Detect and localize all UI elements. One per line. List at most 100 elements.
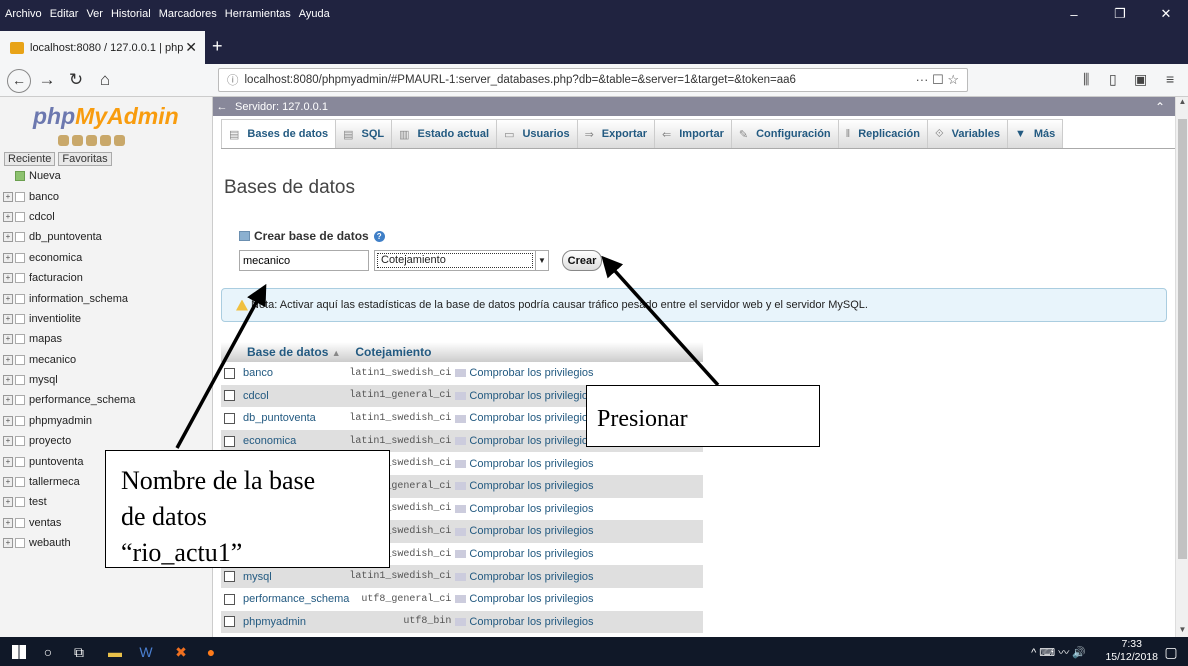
tree-item[interactable]: + banco: [3, 186, 208, 206]
browser-tab[interactable]: localhost:8080 / 127.0.0.1 | php ✕: [0, 31, 205, 64]
site-info-icon[interactable]: ⓘ: [227, 72, 239, 88]
extension-icon[interactable]: ▣: [1134, 71, 1147, 88]
expand-icon: +: [3, 191, 13, 202]
privileges-icon: [455, 595, 467, 604]
privileges-icon: [455, 617, 467, 626]
tab-more[interactable]: ▼ Más: [1006, 119, 1064, 148]
create-button[interactable]: Crear: [562, 250, 602, 271]
help-icon[interactable]: [86, 135, 97, 146]
expand-icon: +: [3, 415, 13, 426]
recent-tab[interactable]: Reciente: [4, 152, 56, 166]
clock[interactable]: 7:33 15/12/2018: [1105, 638, 1158, 664]
privileges-icon: [455, 504, 467, 513]
tree-item[interactable]: + information_schema: [3, 288, 208, 308]
home-icon[interactable]: [58, 135, 69, 146]
close-window-icon[interactable]: ✕: [1144, 0, 1188, 28]
database-name-input[interactable]: [239, 250, 369, 271]
collapse-nav-icon[interactable]: ←: [213, 101, 231, 113]
minimize-icon[interactable]: –: [1052, 0, 1096, 28]
chevron-down-icon: ▼: [535, 251, 548, 270]
library-icon[interactable]: ⫼: [1083, 71, 1089, 88]
close-tab-icon[interactable]: ✕: [185, 39, 197, 56]
column-header-privileges: [455, 342, 704, 362]
phpmyadmin-logo[interactable]: phpMyAdmin: [33, 103, 179, 130]
scrollbar[interactable]: ▲ ▼: [1175, 97, 1188, 637]
status-icon: ▥: [399, 128, 410, 141]
tab-status[interactable]: ▥ Estado actual: [391, 119, 498, 148]
server-link[interactable]: Servidor: 127.0.0.1: [235, 101, 328, 113]
table-row: mysql latin1_swedish_ci Comprobar los priv…: [221, 565, 704, 588]
row-checkbox: [224, 435, 235, 447]
tree-item[interactable]: + phpmyadmin: [3, 411, 208, 431]
docs-icon[interactable]: [100, 135, 111, 146]
url-bar[interactable]: ⓘ localhost:8080/phpmyadmin/#PMAURL-1:se…: [218, 68, 968, 92]
privileges-icon: [455, 414, 467, 423]
tree-item[interactable]: + cdcol: [3, 207, 208, 227]
server-breadcrumb: ← Servidor: 127.0.0.1 ⌃: [213, 97, 1175, 116]
task-view-icon[interactable]: ⧉: [68, 641, 90, 663]
database-icon: [15, 395, 25, 406]
tab-variables[interactable]: ⟐ Variables: [926, 119, 1008, 148]
page-title: Bases de datos: [224, 177, 355, 198]
firefox-icon[interactable]: ●: [200, 641, 222, 663]
exit-icon[interactable]: [72, 135, 83, 146]
windows-start-icon[interactable]: [8, 641, 30, 663]
reload-nav-icon[interactable]: [114, 135, 125, 146]
search-icon[interactable]: ○: [37, 641, 59, 663]
word-icon[interactable]: W: [135, 641, 157, 663]
menu-editar[interactable]: Editar: [50, 8, 79, 20]
help-icon[interactable]: ?: [373, 230, 385, 242]
scroll-thumb: [1178, 119, 1187, 559]
tree-item[interactable]: + mysql: [3, 370, 208, 390]
database-icon: [15, 477, 25, 488]
menu-ver[interactable]: Ver: [86, 8, 103, 20]
home-icon[interactable]: ⌂: [93, 69, 117, 93]
tree-item[interactable]: + economica: [3, 248, 208, 268]
reload-icon[interactable]: ↻: [64, 69, 88, 93]
menu-herramientas[interactable]: Herramientas: [225, 8, 291, 20]
menu-marcadores[interactable]: Marcadores: [159, 8, 217, 20]
database-icon: [15, 232, 25, 243]
collation-select[interactable]: Cotejamiento ▼: [374, 250, 549, 271]
menu-historial[interactable]: Historial: [111, 8, 151, 20]
collapse-top-icon[interactable]: ⌃: [1155, 100, 1165, 114]
tab-settings[interactable]: ✎ Configuración: [730, 119, 839, 148]
system-tray-icons[interactable]: ^ ⌨ 〰 🔊: [1031, 644, 1086, 660]
new-tab-icon[interactable]: +: [212, 36, 223, 57]
tab-import[interactable]: ⇐ Importar: [654, 119, 732, 148]
tab-export[interactable]: ⇒ Exportar: [576, 119, 656, 148]
database-icon: [15, 456, 25, 467]
tree-item[interactable]: + mapas: [3, 329, 208, 349]
file-explorer-icon[interactable]: ▬: [104, 641, 126, 663]
favorites-tab[interactable]: Favoritas: [58, 152, 112, 166]
tree-item[interactable]: + db_puntoventa: [3, 227, 208, 247]
notifications-icon[interactable]: ▢: [1160, 641, 1182, 663]
tab-databases[interactable]: ▤ Bases de datos: [221, 119, 337, 148]
tree-item[interactable]: + proyecto: [3, 431, 208, 451]
tab-users[interactable]: ▭ Usuarios: [496, 119, 578, 148]
page-actions-icon[interactable]: ··· ☐ ☆: [915, 72, 959, 88]
sidebar-icon[interactable]: ▯: [1109, 71, 1117, 88]
database-icon: [15, 211, 25, 222]
expand-icon: +: [3, 517, 13, 528]
forward-icon[interactable]: →: [35, 69, 59, 93]
menu-archivo[interactable]: Archivo: [5, 8, 42, 20]
database-icon: [15, 334, 25, 345]
tree-item[interactable]: + performance_schema: [3, 390, 208, 410]
column-header-collation[interactable]: Cotejamiento: [349, 342, 456, 362]
menu-icon[interactable]: ≡: [1166, 71, 1174, 87]
users-icon: ▭: [504, 128, 515, 141]
menu-ayuda[interactable]: Ayuda: [299, 8, 330, 20]
xampp-icon[interactable]: ✖: [170, 641, 192, 663]
database-icon: [15, 517, 25, 528]
tree-item[interactable]: + mecanico: [3, 350, 208, 370]
tree-item-new[interactable]: Nueva: [3, 166, 208, 186]
column-header-database[interactable]: Base de datos ▲: [221, 342, 350, 362]
tree-item[interactable]: + facturacion: [3, 268, 208, 288]
tab-sql[interactable]: ▤ SQL: [335, 119, 393, 148]
restore-icon[interactable]: ❐: [1098, 0, 1142, 28]
tree-item[interactable]: + inventiolite: [3, 309, 208, 329]
back-icon[interactable]: ←: [7, 69, 31, 93]
wrench-icon: ✎: [738, 128, 749, 141]
tab-replication[interactable]: ‖ Replicación: [837, 119, 928, 148]
